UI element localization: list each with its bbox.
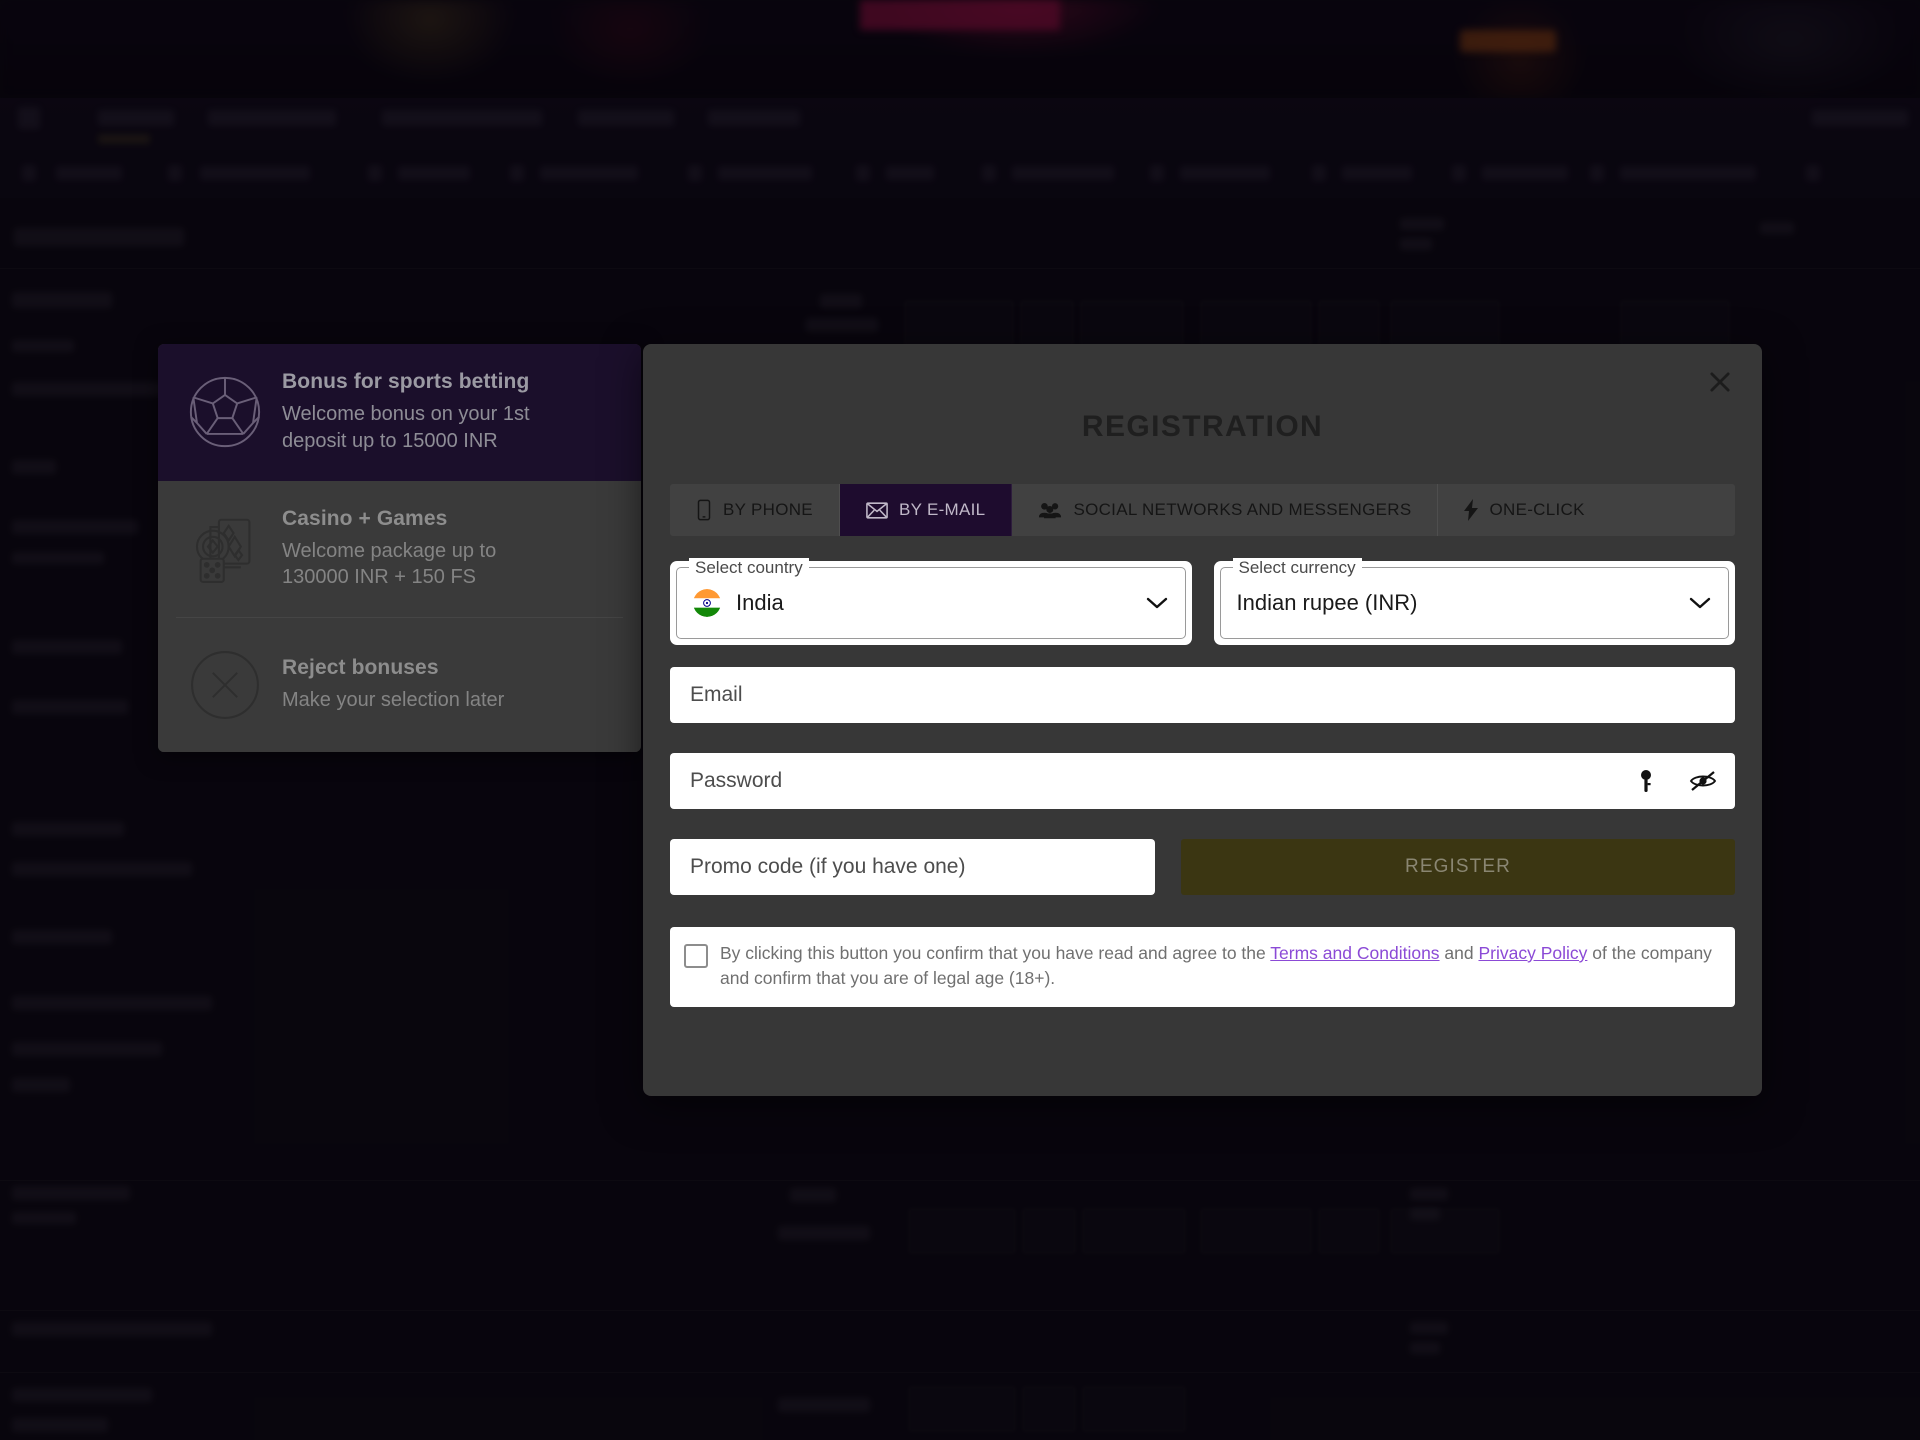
terms-and-conditions-link[interactable]: Terms and Conditions <box>1270 943 1439 963</box>
promo-register-row: Promo code (if you have one) REGISTER <box>670 839 1735 895</box>
privacy-policy-link[interactable]: Privacy Policy <box>1478 943 1587 963</box>
password-input[interactable]: Password <box>670 753 1735 809</box>
tab-by-email[interactable]: BY E-MAIL <box>839 484 1013 536</box>
envelope-icon <box>866 501 888 519</box>
bonus-option-casino-games[interactable]: Casino + Games Welcome package up to 130… <box>158 480 641 618</box>
bonus-option-subtitle: Welcome bonus on your 1st deposit up to … <box>282 403 530 452</box>
india-flag-icon <box>693 589 721 617</box>
currency-select-label: Select currency <box>1232 558 1362 578</box>
country-select[interactable]: Select country India <box>676 558 1186 639</box>
country-select-shell: Select country India <box>670 558 1192 645</box>
tab-by-phone[interactable]: BY PHONE <box>670 484 840 536</box>
bonus-option-text: Reject bonuses Make your selection later <box>282 656 504 714</box>
country-currency-row: Select country India Select currency Ind… <box>670 558 1735 645</box>
bonus-option-sports-betting[interactable]: Bonus for sports betting Welcome bonus o… <box>158 344 641 481</box>
password-placeholder: Password <box>690 769 783 792</box>
registration-form: Select country India Select currency Ind… <box>643 536 1762 1007</box>
terms-text: By clicking this button you confirm that… <box>720 941 1717 991</box>
bonus-option-reject[interactable]: Reject bonuses Make your selection later <box>158 618 641 753</box>
terms-text-before: By clicking this button you confirm that… <box>720 943 1271 963</box>
bonus-option-title: Reject bonuses <box>282 656 439 680</box>
terms-text-mid: and <box>1439 943 1479 963</box>
bonus-option-title: Casino + Games <box>282 506 448 530</box>
circle-x-icon <box>184 644 266 726</box>
country-select-value-wrap: India <box>693 589 784 617</box>
tab-label: ONE-CLICK <box>1489 500 1585 519</box>
country-select-label: Select country <box>689 558 809 578</box>
bonus-option-subtitle: Make your selection later <box>282 689 505 712</box>
email-placeholder: Email <box>690 683 743 706</box>
bonus-option-text: Bonus for sports betting Welcome bonus o… <box>282 370 552 455</box>
register-button[interactable]: REGISTER <box>1181 839 1735 895</box>
tab-label: BY PHONE <box>723 500 813 519</box>
currency-select-value-wrap: Indian rupee (INR) <box>1237 590 1418 616</box>
eye-slash-icon[interactable] <box>1689 770 1717 792</box>
promo-code-input[interactable]: Promo code (if you have one) <box>670 839 1155 895</box>
soccer-ball-icon <box>184 371 266 453</box>
bonus-selection-panel: Bonus for sports betting Welcome bonus o… <box>158 344 641 753</box>
chevron-down-icon <box>1145 596 1169 610</box>
registration-modal: REGISTRATION BY PHONE BY E-MAIL SOCIAL N… <box>643 344 1762 1096</box>
bonus-option-title: Bonus for sports betting <box>282 370 530 393</box>
terms-checkbox[interactable] <box>684 944 708 968</box>
page-title: REGISTRATION <box>1081 410 1324 443</box>
currency-select-value: Indian rupee (INR) <box>1236 590 1418 615</box>
tab-one-click[interactable]: ONE-CLICK <box>1438 484 1610 536</box>
people-icon <box>1038 501 1062 519</box>
bonus-option-text: Casino + Games Welcome package up to 130… <box>282 507 552 592</box>
country-select-value: India <box>736 590 784 615</box>
promo-code-placeholder: Promo code (if you have one) <box>690 855 966 878</box>
currency-select[interactable]: Select currency Indian rupee (INR) <box>1219 558 1729 639</box>
password-row: Password <box>670 753 1735 809</box>
close-icon <box>1706 368 1734 396</box>
phone-icon <box>696 499 712 521</box>
password-actions <box>1637 769 1717 793</box>
lightning-icon <box>1464 499 1479 521</box>
casino-chips-cards-icon <box>184 508 266 590</box>
registration-method-tabs: BY PHONE BY E-MAIL SOCIAL NETWORKS AND M… <box>670 484 1735 536</box>
key-icon[interactable] <box>1637 769 1655 793</box>
tab-social-networks[interactable]: SOCIAL NETWORKS AND MESSENGERS <box>1012 484 1439 536</box>
currency-select-shell: Select currency Indian rupee (INR) <box>1213 558 1735 645</box>
tab-label: BY E-MAIL <box>898 500 986 519</box>
bonus-option-subtitle: Welcome package up to 130000 INR + 150 F… <box>282 539 497 589</box>
terms-agreement-row: By clicking this button you confirm that… <box>670 927 1735 1007</box>
chevron-down-icon <box>1688 596 1712 610</box>
tab-label: SOCIAL NETWORKS AND MESSENGERS <box>1073 500 1412 519</box>
email-input[interactable]: Email <box>670 667 1735 723</box>
close-button[interactable] <box>1698 360 1742 404</box>
email-row: Email <box>670 667 1735 723</box>
